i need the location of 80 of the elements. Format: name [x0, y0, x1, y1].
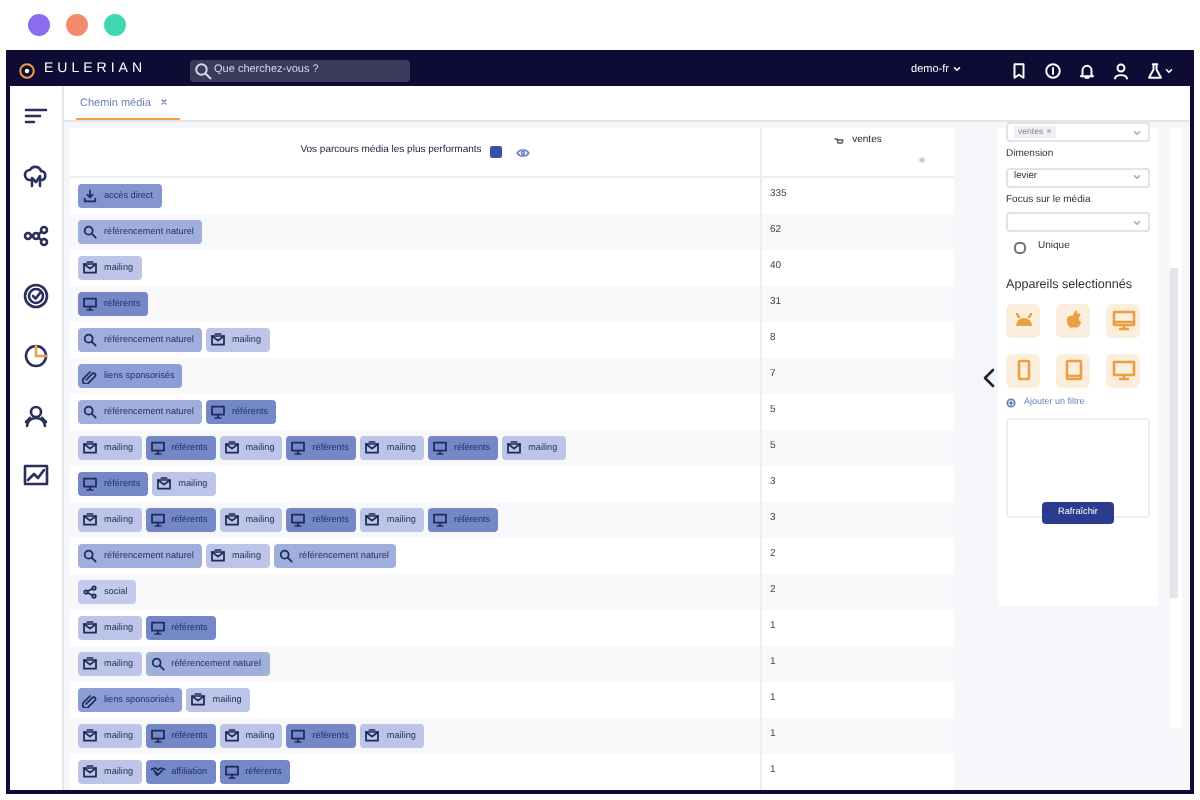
window-control-dot[interactable]: [28, 14, 50, 36]
chevron-down-icon: [1132, 172, 1142, 182]
cart-icon: [834, 137, 845, 146]
logo-icon: [18, 61, 36, 79]
envelope-icon: [364, 512, 381, 528]
monitor-icon: [431, 512, 448, 528]
envelope-icon: [364, 440, 381, 456]
network-icon[interactable]: [22, 222, 50, 250]
device-toggle[interactable]: [1056, 303, 1090, 338]
desktop-icon: [1111, 308, 1135, 333]
device-toggle[interactable]: [1106, 303, 1140, 338]
monitor-icon: [1111, 358, 1135, 383]
apple-icon: [1061, 308, 1085, 333]
envelope-icon: [223, 728, 240, 744]
envelope-icon: [82, 620, 98, 636]
monitor-icon: [82, 476, 98, 492]
search-icon: [277, 548, 294, 564]
unique-checkbox[interactable]: [1014, 241, 1026, 254]
monitor-icon: [290, 440, 307, 456]
monitor-icon: [290, 728, 307, 744]
flask-icon[interactable]: [1146, 61, 1164, 79]
close-icon[interactable]: [160, 98, 168, 107]
monitor-icon: [290, 512, 307, 528]
monitor-icon: [82, 296, 98, 312]
device-toggle[interactable]: [1006, 303, 1040, 338]
envelope-icon: [82, 728, 98, 744]
search-icon: [82, 548, 98, 564]
monitor-icon: [209, 404, 226, 420]
envelope-icon: [82, 260, 98, 276]
device-toggle[interactable]: [1006, 353, 1040, 388]
chevron-down-icon: [1132, 127, 1142, 137]
caret-icon: [952, 63, 962, 74]
pie-chart-icon[interactable]: [22, 342, 50, 370]
dropdown-field[interactable]: [1006, 212, 1150, 232]
caret-icon: [1164, 65, 1174, 75]
envelope-icon: [209, 332, 226, 348]
envelope-icon: [364, 728, 381, 744]
envelope-icon: [223, 440, 240, 456]
chart-icon[interactable]: [22, 462, 50, 490]
monitor-icon: [149, 512, 166, 528]
envelope-icon: [190, 692, 207, 708]
window-control-dot[interactable]: [104, 14, 126, 36]
envelope-icon: [223, 512, 240, 528]
chevron-down-icon: [1132, 217, 1142, 227]
paperclip-icon: [82, 692, 98, 708]
chevron-left-icon[interactable]: [982, 368, 996, 388]
window-control-dot[interactable]: [66, 14, 88, 36]
eye-icon[interactable]: [515, 147, 530, 157]
paperclip-icon: [82, 368, 98, 384]
envelope-icon: [82, 440, 98, 456]
user-icon[interactable]: [1112, 61, 1130, 79]
monitor-icon: [149, 620, 166, 636]
envelope-icon: [156, 476, 173, 492]
search-icon: [82, 332, 98, 348]
download-icon: [82, 188, 98, 204]
device-toggle[interactable]: [1056, 353, 1090, 388]
search-icon: [149, 656, 166, 672]
search-icon: [194, 61, 213, 79]
plus-circle-icon: [1006, 397, 1016, 408]
info-icon[interactable]: [1044, 61, 1062, 79]
tablet-icon: [1061, 358, 1085, 383]
device-toggle[interactable]: [1106, 353, 1140, 388]
remove-icon: [1045, 128, 1052, 135]
envelope-icon: [82, 512, 98, 528]
monitor-icon: [149, 440, 166, 456]
cloud-chart-icon[interactable]: [22, 162, 50, 190]
bookmark-icon[interactable]: [1010, 61, 1028, 79]
envelope-icon: [82, 656, 98, 672]
envelope-icon: [82, 764, 98, 780]
bell-icon[interactable]: [1078, 61, 1096, 79]
envelope-icon: [506, 440, 523, 456]
search-icon: [82, 404, 98, 420]
users-icon[interactable]: [22, 402, 50, 430]
monitor-icon: [431, 440, 448, 456]
monitor-icon: [223, 764, 240, 780]
envelope-icon: [209, 548, 226, 564]
share-icon: [82, 584, 98, 600]
monitor-icon: [149, 728, 166, 744]
gauge-icon[interactable]: [22, 282, 50, 310]
search-icon: [82, 224, 98, 240]
